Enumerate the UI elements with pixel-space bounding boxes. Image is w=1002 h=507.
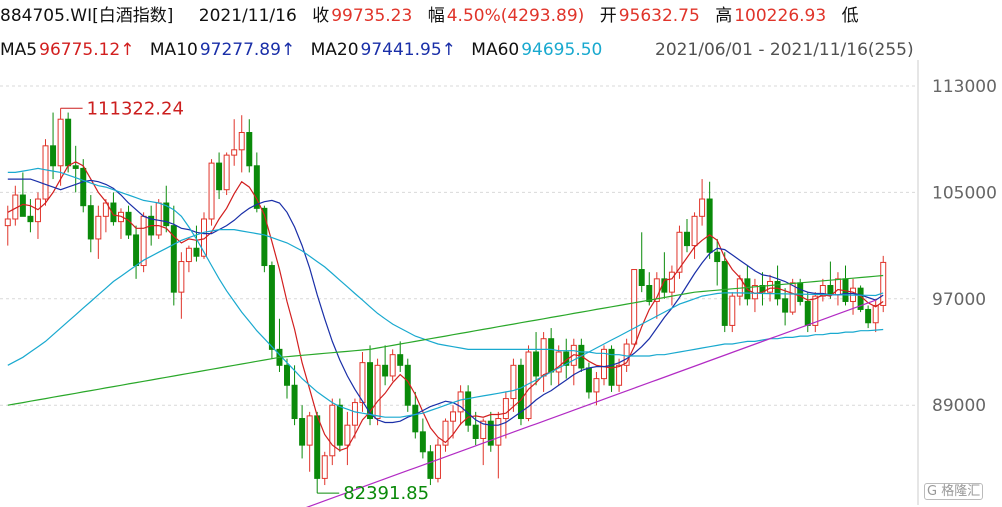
ma5-line — [7, 161, 884, 452]
candle-body — [865, 308, 872, 324]
candle-body — [125, 211, 132, 236]
candle-body — [593, 378, 600, 393]
ma10-line — [7, 178, 884, 426]
candle-body — [797, 282, 804, 302]
candle-body — [450, 411, 457, 422]
candle-body — [4, 218, 11, 227]
candle-body — [714, 251, 721, 263]
candle-body — [729, 295, 736, 326]
candle-body — [631, 269, 638, 345]
candle-body — [80, 167, 87, 207]
candle-body — [246, 132, 253, 167]
candle-body — [616, 364, 623, 386]
candle-body — [351, 402, 358, 426]
candle-body — [706, 198, 713, 253]
candle-body — [238, 132, 245, 151]
candle-body — [329, 404, 336, 457]
low-annotation: 82391.85 — [343, 483, 429, 504]
candle-body — [412, 404, 419, 433]
candle-body — [208, 162, 215, 220]
candlestick-chart: 113000 105000 97000 89000 111322.24 82391.85 — [0, 60, 997, 507]
candle-body — [502, 398, 509, 420]
y-tick-label: 89000 — [932, 396, 986, 416]
ma250-line — [305, 299, 877, 507]
ma120-line — [7, 274, 884, 406]
candle-body — [374, 364, 381, 420]
candle-body — [50, 145, 57, 167]
candle-body — [804, 300, 811, 326]
y-tick-label: 105000 — [932, 183, 997, 203]
candle-body — [216, 162, 223, 191]
candle-body — [314, 415, 321, 479]
candle-body — [65, 118, 72, 167]
candle-body — [872, 304, 879, 324]
y-tick-label: 97000 — [932, 290, 986, 310]
candle-body — [27, 215, 34, 223]
candle-body — [133, 234, 140, 267]
candle-body — [291, 384, 298, 420]
candle-body — [540, 338, 547, 377]
candle-body — [336, 404, 343, 446]
candle-body — [193, 247, 200, 257]
candle-body — [767, 281, 774, 293]
candle-body — [880, 261, 887, 306]
candle-body — [321, 455, 328, 479]
candle-body — [382, 364, 389, 377]
candle-body — [533, 351, 540, 377]
watermark-logo: G 格隆汇 — [924, 483, 984, 500]
candle-body — [284, 364, 291, 386]
candle-body — [306, 415, 313, 446]
candle-body — [834, 278, 841, 296]
candle-body — [57, 118, 64, 167]
y-tick-label: 113000 — [932, 77, 997, 97]
candle-body — [548, 338, 555, 373]
candle-body — [389, 354, 396, 377]
candle-body — [231, 149, 238, 156]
candle-body — [684, 231, 690, 247]
candle-body — [87, 205, 94, 240]
candle-body — [638, 269, 645, 287]
candle-body — [268, 265, 275, 350]
candle-body — [668, 271, 675, 293]
candle-body — [699, 198, 706, 217]
candle-body — [789, 282, 796, 313]
candle-body — [223, 154, 230, 191]
candle-body — [427, 451, 434, 479]
candle-body — [72, 165, 79, 169]
candle-body — [344, 424, 351, 446]
candle-body — [178, 261, 185, 293]
candle-body — [782, 298, 789, 313]
candle-body — [397, 354, 404, 366]
candle-body — [359, 362, 366, 404]
candle-body — [465, 391, 472, 426]
candle-body — [155, 202, 162, 236]
candle-body — [691, 215, 698, 247]
candle-body — [434, 444, 441, 479]
ma20-line — [7, 167, 884, 418]
high-annotation: 111322.24 — [87, 98, 184, 119]
candle-body — [299, 418, 306, 446]
candle-body — [42, 145, 49, 200]
candle-body — [585, 367, 592, 393]
candle-body — [140, 215, 147, 267]
candle-body — [419, 431, 426, 453]
candle-body — [185, 247, 192, 263]
candle-body — [827, 285, 834, 296]
candle-body — [510, 364, 517, 400]
candle-body — [472, 424, 479, 439]
candle-body — [646, 285, 653, 302]
candle-body — [95, 215, 102, 240]
candle-body — [495, 418, 502, 446]
